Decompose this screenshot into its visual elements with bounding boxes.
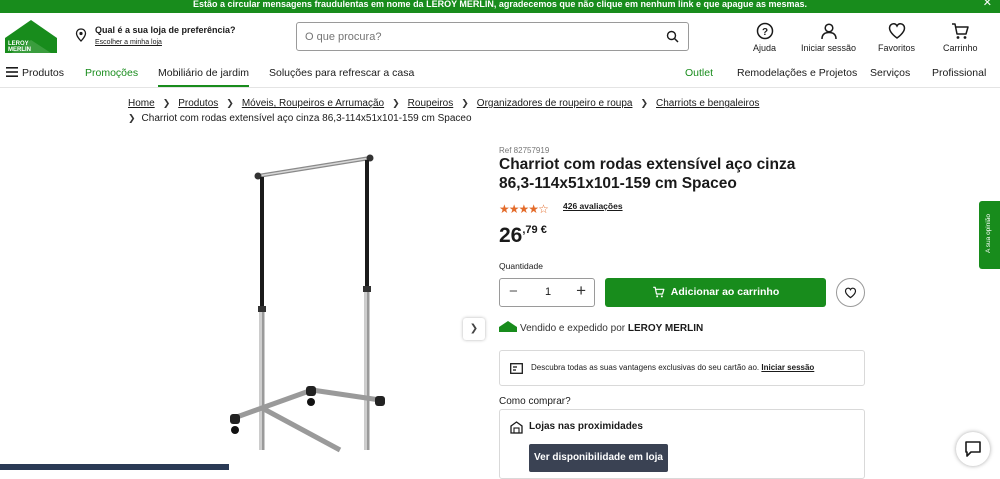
search-icon[interactable]	[666, 30, 679, 43]
search-bar	[296, 22, 689, 51]
product-image[interactable]	[220, 150, 390, 470]
leroy-merlin-logo[interactable]: LEROY MERLIN	[5, 20, 57, 53]
quantity-label: Quantidade	[499, 261, 543, 271]
nav-mobiliario-jardim[interactable]: Mobiliário de jardim	[158, 67, 250, 87]
chevron-right-icon: ❯	[162, 98, 171, 108]
loyalty-card-text: Descubra todas as suas vantagens exclusi…	[531, 363, 814, 372]
chevron-right-icon: ❯	[640, 98, 648, 108]
breadcrumb-roupeiros[interactable]: Roupeiros	[408, 98, 454, 109]
favorites-button[interactable]: Favoritos	[878, 22, 915, 53]
help-label: Ajuda	[753, 43, 777, 53]
chat-icon	[965, 441, 981, 457]
heart-icon	[844, 287, 857, 299]
feedback-tab[interactable]: A sua opinião	[979, 201, 1000, 269]
products-menu[interactable]: Produtos	[6, 67, 64, 79]
chevron-right-icon: ❯	[226, 98, 234, 108]
banner-text: Estão a circular mensagens fraudulentas …	[192, 0, 808, 9]
nearby-stores-box: Lojas nas proximidades Ver disponibilida…	[499, 409, 865, 479]
plus-icon[interactable]: +	[576, 281, 586, 301]
svg-text:?: ?	[761, 27, 767, 38]
cookie-banner-edge	[0, 464, 229, 470]
chat-button[interactable]	[956, 432, 990, 466]
loyalty-card-box: Descubra todas as suas vantagens exclusi…	[499, 350, 865, 386]
how-to-buy-heading: Como comprar?	[499, 396, 571, 407]
breadcrumb-current-row: ❯ Charriot com rodas extensível aço cinza…	[128, 113, 472, 124]
help-icon: ?	[756, 22, 773, 40]
hamburger-icon	[6, 67, 18, 77]
product-title: Charriot com rodas extensível aço cinza …	[499, 156, 796, 192]
login-label: Iniciar sessão	[801, 43, 857, 53]
breadcrumb-current: Charriot com rodas extensível aço cinza …	[141, 113, 472, 124]
chevron-right-icon: ❯	[469, 323, 479, 334]
seller-info: Vendido e expedido por LEROY MERLIN	[499, 321, 703, 334]
cart-icon	[652, 286, 665, 298]
nav-promocoes[interactable]: Promoções	[85, 67, 138, 79]
heart-icon	[888, 23, 905, 39]
chevron-right-icon: ❯	[392, 98, 400, 108]
nav-remodelacoes[interactable]: Remodelações e Projetos	[737, 67, 857, 79]
star-icon: ★	[508, 202, 520, 216]
price-integer: 26	[499, 224, 523, 247]
price-decimal: ,79 €	[522, 224, 547, 236]
breadcrumb-organizadores[interactable]: Organizadores de roupeiro e roupa	[477, 98, 633, 109]
user-icon	[820, 23, 837, 40]
next-image-button[interactable]: ❯	[463, 318, 485, 340]
loyalty-card-icon	[510, 363, 523, 374]
feedback-label: A sua opinião	[985, 213, 992, 253]
seller-name: LEROY MERLIN	[627, 323, 704, 334]
close-icon[interactable]: ✕	[983, 0, 992, 9]
fraud-warning-banner: Estão a circular mensagens fraudulentas …	[0, 0, 1000, 13]
login-button[interactable]: Iniciar sessão	[801, 22, 856, 53]
breadcrumb-charriots[interactable]: Charriots e bengaleiros	[656, 98, 759, 109]
add-to-cart-label: Adicionar ao carrinho	[670, 286, 780, 298]
favorites-label: Favoritos	[878, 43, 916, 53]
nearby-stores-label: Lojas nas proximidades	[529, 421, 643, 432]
loyalty-card-message: Descubra todas as suas vantagens exclusi…	[531, 363, 760, 372]
nav-profissional[interactable]: Profissional	[932, 67, 986, 79]
breadcrumb-moveis[interactable]: Móveis, Roupeiros e Arrumação	[242, 98, 384, 109]
search-input[interactable]	[297, 23, 637, 50]
quantity-stepper: − 1 +	[499, 278, 595, 307]
cart-icon	[952, 23, 969, 39]
breadcrumb: Home ❯ Produtos ❯ Móveis, Roupeiros e Arruma…	[128, 98, 759, 109]
help-button[interactable]: ? Ajuda	[753, 22, 776, 53]
store-icon	[510, 421, 523, 434]
breadcrumb-home[interactable]: Home	[128, 98, 155, 109]
chevron-right-icon: ❯	[461, 98, 469, 108]
reviews-link[interactable]: 426 avaliações	[563, 201, 623, 211]
store-question: Qual é a sua loja de preferência?	[95, 25, 236, 35]
add-to-cart-button[interactable]: Adicionar ao carrinho	[605, 278, 826, 307]
star-empty-icon: ☆	[538, 202, 549, 216]
add-to-favorites-button[interactable]	[836, 278, 865, 307]
products-menu-label: Produtos	[22, 67, 65, 79]
loyalty-login-link[interactable]: Iniciar sessão	[761, 363, 814, 372]
check-availability-button[interactable]: Ver disponibilidade em loja	[529, 444, 668, 472]
main-navigation: Produtos Promoções Mobiliário de jardim …	[0, 60, 1000, 88]
choose-store-link[interactable]: Escolher a minha loja	[95, 39, 162, 46]
product-price: 26,79 €	[499, 224, 547, 248]
cart-label: Carrinho	[943, 43, 978, 53]
seller-prefix: Vendido e expedido por	[520, 323, 626, 334]
breadcrumb-produtos[interactable]: Produtos	[178, 98, 218, 109]
leroy-merlin-small-logo	[499, 321, 517, 332]
cart-button[interactable]: Carrinho	[943, 22, 978, 53]
svg-text:MERLIN: MERLIN	[8, 47, 31, 53]
location-pin-icon	[75, 28, 87, 42]
nav-servicos[interactable]: Serviços	[870, 67, 910, 79]
nav-outlet[interactable]: Outlet	[685, 67, 713, 79]
chevron-right-icon: ❯	[128, 113, 136, 123]
product-ref: Ref 82757919	[499, 146, 550, 155]
rating-stars[interactable]: ★★★★☆	[499, 200, 549, 218]
site-header: LEROY MERLIN Qual é a sua loja de prefer…	[0, 13, 1000, 60]
nav-solucoes-refrescar[interactable]: Soluções para refrescar a casa	[269, 67, 414, 79]
